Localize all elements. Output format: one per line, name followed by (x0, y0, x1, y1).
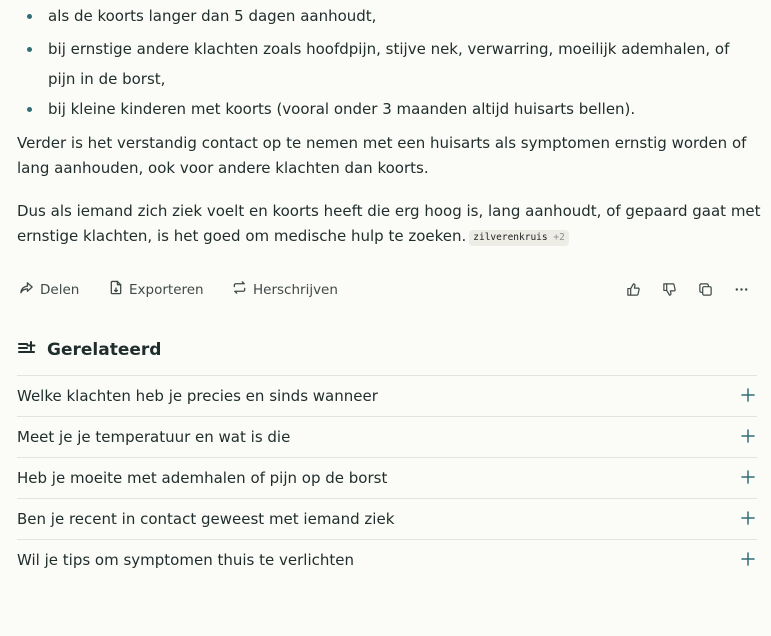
related-list: Welke klachten heb je precies en sinds w… (17, 375, 757, 580)
list-item: als de koorts langer dan 5 dagen aanhoud… (27, 1, 760, 31)
plus-icon (741, 429, 755, 447)
plus-icon (741, 470, 755, 488)
copy-button[interactable] (695, 281, 715, 301)
related-list-icon (17, 340, 37, 360)
rewrite-icon (232, 280, 253, 299)
related-item-label: Meet je je temperatuur en wat is die (17, 428, 291, 446)
copy-icon (698, 282, 713, 301)
export-label: Exporteren (129, 281, 204, 298)
share-button[interactable]: Delen (19, 280, 79, 299)
related-header: Gerelateerd (17, 340, 161, 360)
related-item-label: Welke klachten heb je precies en sinds w… (17, 387, 378, 405)
related-item[interactable]: Welke klachten heb je precies en sinds w… (17, 375, 757, 416)
plus-icon (741, 552, 755, 570)
more-icon (734, 282, 749, 301)
plus-icon (741, 511, 755, 529)
related-item[interactable]: Meet je je temperatuur en wat is die (17, 416, 757, 457)
list-item: bij ernstige andere klachten zoals hoofd… (27, 34, 760, 94)
citation-badge[interactable]: zilverenkruis +2 (469, 230, 569, 246)
answer-paragraph: Verder is het verstandig contact op te n… (17, 134, 747, 177)
related-item[interactable]: Ben je recent in contact geweest met iem… (17, 498, 757, 539)
related-item[interactable]: Wil je tips om symptomen thuis te verlic… (17, 539, 757, 580)
export-button[interactable]: Exporteren (109, 280, 204, 299)
plus-icon (741, 388, 755, 406)
paragraph-text: Dus als iemand zich ziek voelt en koorts… (17, 202, 761, 245)
citation-count: +2 (553, 232, 565, 243)
citation-source: zilverenkruis (473, 232, 548, 243)
action-bar: Delen Exporteren Herschrijven (17, 280, 757, 302)
thumbs-down-button[interactable] (659, 281, 679, 301)
export-icon (109, 280, 129, 299)
answer-paragraph: Dus als iemand zich ziek voelt en koorts… (17, 199, 762, 249)
more-options-button[interactable] (731, 281, 751, 301)
related-item-label: Ben je recent in contact geweest met iem… (17, 510, 395, 528)
rewrite-button[interactable]: Herschrijven (232, 280, 338, 299)
rewrite-label: Herschrijven (253, 281, 338, 298)
thumbs-down-icon (662, 282, 677, 301)
thumbs-up-button[interactable] (623, 281, 643, 301)
share-label: Delen (40, 281, 80, 298)
share-icon (19, 280, 40, 299)
related-item-label: Heb je moeite met ademhalen of pijn op d… (17, 469, 388, 487)
related-item-label: Wil je tips om symptomen thuis te verlic… (17, 551, 354, 569)
answer-panel: als de koorts langer dan 5 dagen aanhoud… (0, 0, 771, 636)
related-title: Gerelateerd (47, 340, 162, 360)
thumbs-up-icon (626, 282, 641, 301)
list-item: bij kleine kinderen met koorts (vooral o… (27, 94, 760, 124)
related-item[interactable]: Heb je moeite met ademhalen of pijn op d… (17, 457, 757, 498)
